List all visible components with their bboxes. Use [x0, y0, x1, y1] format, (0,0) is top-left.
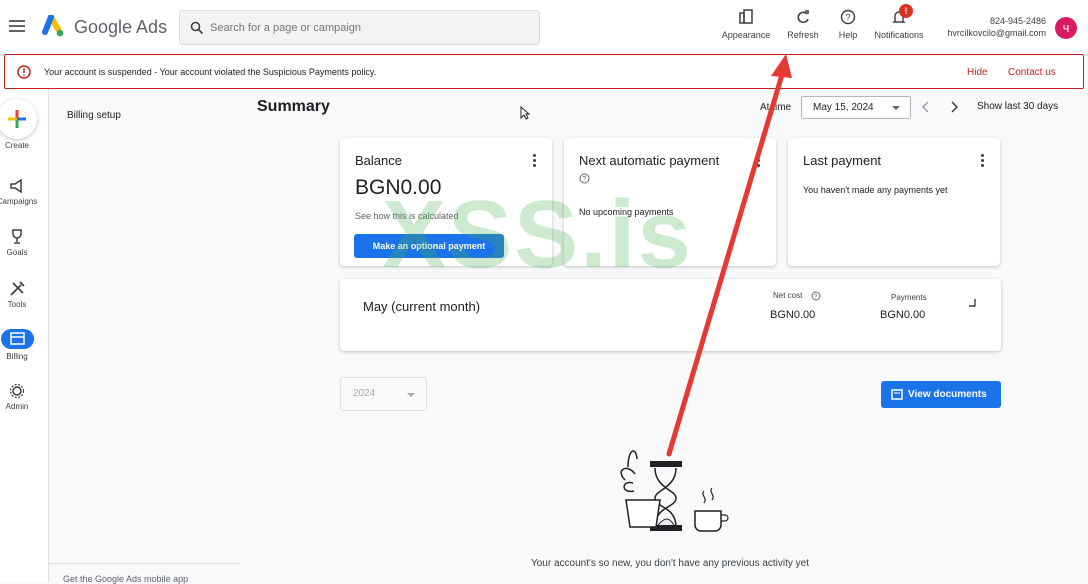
- tools-icon: [10, 281, 25, 296]
- balance-title: Balance: [355, 153, 402, 168]
- create-plus-icon: [8, 110, 26, 128]
- admin-icon: [9, 383, 25, 399]
- account-suspended-alert: Your account is suspended - Your account…: [4, 54, 1084, 89]
- payments-value: BGN0.00: [880, 309, 926, 321]
- rail-campaigns[interactable]: Campaigns: [0, 177, 42, 206]
- contact-us-link[interactable]: Contact us: [1008, 67, 1056, 78]
- net-cost-help-icon[interactable]: ?: [811, 291, 821, 301]
- balance-more-options-icon[interactable]: [533, 154, 537, 168]
- documents-icon: [891, 389, 903, 400]
- notifications-label: Notifications: [874, 30, 924, 40]
- year-selector[interactable]: 2024: [340, 377, 427, 411]
- last-payment-text: You haven't made any payments yet: [803, 185, 948, 195]
- billing-subnavigation: Billing setup Get the Google Ads mobile …: [49, 89, 241, 584]
- chevron-down-icon: [407, 393, 415, 397]
- help-icon: ?: [840, 9, 856, 25]
- view-documents-label: View documents: [908, 389, 987, 400]
- hide-alert-link[interactable]: Hide: [967, 67, 988, 78]
- top-app-bar: Google Ads Appearance Refresh ? Help ! N…: [0, 0, 1088, 56]
- subnav-divider: [49, 563, 240, 564]
- chevron-down-icon: [892, 106, 900, 110]
- account-id: 824-945-2486: [989, 16, 1046, 26]
- help-label: Help: [838, 30, 858, 40]
- payments-label: Payments: [891, 293, 927, 302]
- billing-icon: [9, 332, 25, 345]
- create-label: Create: [4, 141, 29, 150]
- expand-corner-icon[interactable]: [968, 298, 978, 308]
- refresh-label: Refresh: [787, 30, 819, 40]
- error-icon: [17, 65, 31, 79]
- rail-goals[interactable]: Goals: [0, 228, 42, 257]
- campaigns-icon: [10, 178, 22, 194]
- left-navigation-rail: Create Campaigns Goals Tools Billing Adm…: [0, 89, 49, 582]
- search-icon: [190, 21, 204, 35]
- search-box[interactable]: [179, 10, 540, 45]
- notifications-button[interactable]: ! Notifications: [871, 4, 927, 45]
- goals-icon: [12, 229, 22, 244]
- page-title: Summary: [257, 98, 330, 115]
- billing-label: Billing: [6, 352, 28, 361]
- refresh-icon: [797, 10, 809, 24]
- goals-label: Goals: [6, 248, 28, 257]
- appearance-icon: [739, 9, 753, 24]
- notification-badge: !: [899, 4, 913, 18]
- alert-title: Your account is suspended: [44, 67, 152, 77]
- rail-admin[interactable]: Admin: [0, 382, 42, 411]
- create-button[interactable]: [0, 99, 37, 139]
- refresh-button[interactable]: Refresh: [784, 9, 822, 45]
- next-period-chevron-icon[interactable]: [948, 101, 960, 113]
- rail-create[interactable]: Create: [0, 141, 42, 150]
- hourglass-empty-state-illustration: [620, 450, 729, 532]
- rail-billing[interactable]: Billing: [0, 329, 42, 361]
- last-payment-card: Last payment You haven't made any paymen…: [788, 138, 1000, 266]
- date-selector[interactable]: May 15, 2024: [801, 96, 911, 119]
- hamburger-menu-icon[interactable]: [9, 20, 25, 34]
- alert-detail: - Your account violated the Suspicious P…: [151, 67, 377, 77]
- account-info[interactable]: 824-945-2486 hvrcilkovcilo@gmail.com: [940, 15, 1046, 39]
- empty-state-message: Your account's so new, you don't have an…: [530, 558, 810, 569]
- view-documents-button[interactable]: View documents: [881, 381, 1001, 408]
- admin-label: Admin: [5, 402, 29, 411]
- campaigns-label: Campaigns: [0, 197, 38, 206]
- previous-period-chevron-icon[interactable]: [920, 101, 932, 113]
- show-last-30-days-button[interactable]: Show last 30 days: [977, 101, 1058, 112]
- date-value: May 15, 2024: [813, 102, 874, 113]
- avatar[interactable]: ч: [1055, 17, 1077, 39]
- appearance-label: Appearance: [721, 30, 771, 40]
- last-payment-title: Last payment: [803, 153, 882, 168]
- google-ads-logo-icon: [42, 15, 64, 37]
- last-payment-more-options-icon[interactable]: [981, 154, 985, 168]
- billing-setup-link[interactable]: Billing setup: [67, 110, 121, 121]
- next-payment-more-options-icon[interactable]: [757, 154, 761, 168]
- mobile-app-link[interactable]: Get the Google Ads mobile app: [63, 574, 188, 584]
- year-value: 2024: [353, 388, 376, 399]
- mouse-pointer-icon: [520, 106, 530, 120]
- billing-active-indicator: [0, 329, 34, 349]
- watermark-text: XSS.is: [382, 181, 693, 288]
- svg-text:?: ?: [846, 13, 851, 23]
- rail-tools[interactable]: Tools: [0, 280, 42, 309]
- net-cost-label: Net cost: [773, 291, 803, 300]
- tools-label: Tools: [7, 300, 27, 309]
- help-button[interactable]: ? Help: [834, 9, 862, 45]
- account-email: hvrcilkovcilo@gmail.com: [947, 28, 1046, 38]
- net-cost-value: BGN0.00: [770, 309, 816, 321]
- date-label: At time: [760, 102, 792, 113]
- search-input[interactable]: [210, 19, 530, 37]
- alert-message: Your account is suspended - Your account…: [44, 67, 376, 77]
- next-payment-title: Next automatic payment: [579, 153, 720, 168]
- appearance-button[interactable]: Appearance: [721, 9, 771, 45]
- current-month-title: May (current month): [363, 299, 481, 314]
- brand-name: Google Ads: [74, 17, 168, 37]
